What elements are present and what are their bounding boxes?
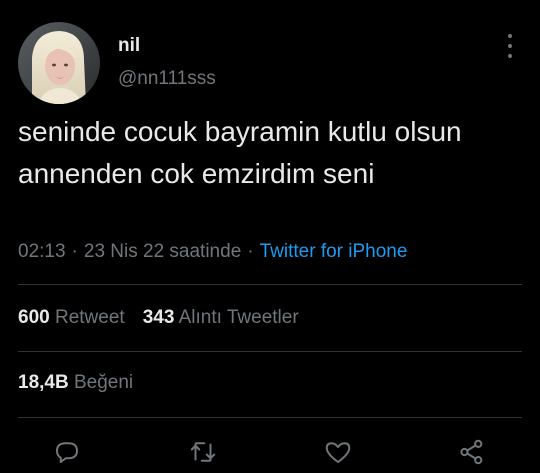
divider bbox=[18, 351, 522, 352]
quotes-count: 343 bbox=[142, 307, 175, 328]
divider bbox=[18, 417, 522, 418]
profile-photo-icon bbox=[18, 22, 100, 104]
engagement-stats: 600 Retweet 343 Alıntı Tweetler bbox=[18, 307, 299, 329]
more-options-button[interactable] bbox=[500, 34, 520, 58]
display-name[interactable]: nil bbox=[118, 35, 140, 57]
likes-count: 18,4B bbox=[18, 372, 69, 393]
more-dot-icon bbox=[508, 34, 512, 38]
retweets-label: Retweet bbox=[54, 307, 125, 328]
share-nodes-icon bbox=[460, 439, 483, 465]
divider bbox=[18, 284, 522, 285]
quotes-stat[interactable]: 343 Alıntı Tweetler bbox=[143, 307, 299, 328]
action-bar bbox=[0, 437, 540, 471]
tweet-detail: nil @nn111sss seninde cocuk bayramin kut… bbox=[0, 0, 540, 473]
heart-icon bbox=[325, 442, 351, 463]
meta-separator: · bbox=[71, 241, 78, 262]
tweet-text: seninde cocuk bayramin kutlu olsun annen… bbox=[18, 116, 462, 189]
more-dot-icon bbox=[508, 54, 512, 58]
tweet-source-link[interactable]: Twitter for iPhone bbox=[260, 241, 408, 262]
meta-separator: · bbox=[247, 241, 254, 262]
reply-button[interactable] bbox=[52, 437, 82, 467]
retweets-stat[interactable]: 600 Retweet bbox=[18, 307, 125, 328]
tweet-metadata: 02:13 · 23 Nis 22 saatinde · Twitter for iPh… bbox=[18, 241, 407, 263]
speech-bubble-icon bbox=[56, 442, 78, 463]
tweet-date[interactable]: 23 Nis 22 saatinde bbox=[84, 241, 241, 262]
likes-stat[interactable]: 18,4B Beğeni bbox=[18, 372, 133, 394]
retweet-button[interactable] bbox=[188, 437, 218, 467]
share-button[interactable] bbox=[457, 437, 487, 467]
avatar[interactable] bbox=[18, 22, 100, 104]
retweet-arrows-icon bbox=[190, 442, 216, 462]
retweets-count: 600 bbox=[18, 307, 50, 328]
username-handle[interactable]: @nn111sss bbox=[118, 68, 216, 90]
likes-label: Beğeni bbox=[73, 372, 134, 393]
quotes-label: Alıntı Tweetler bbox=[178, 307, 299, 328]
more-dot-icon bbox=[508, 44, 512, 48]
tweet-time[interactable]: 02:13 bbox=[18, 241, 66, 262]
like-button[interactable] bbox=[323, 437, 353, 467]
